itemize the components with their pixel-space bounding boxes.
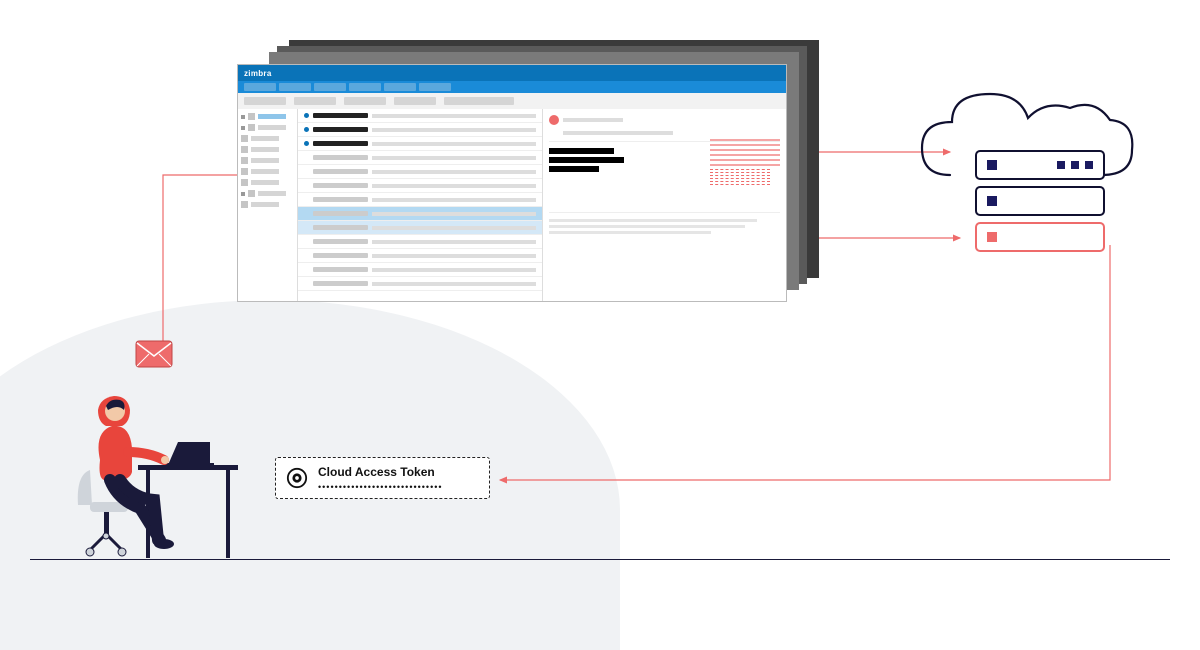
message-row[interactable]	[298, 235, 542, 249]
message-row[interactable]	[298, 221, 542, 235]
sidebar-item[interactable]	[241, 179, 294, 186]
malicious-payload-highlight	[710, 139, 780, 187]
folder-sidebar	[238, 109, 298, 301]
user-at-desk-illustration	[60, 360, 240, 560]
toolbar-button[interactable]	[344, 97, 386, 105]
sidebar-item[interactable]	[241, 146, 294, 153]
message-row-selected[interactable]	[298, 207, 542, 221]
message-row[interactable]	[298, 109, 542, 123]
sidebar-item[interactable]	[241, 157, 294, 164]
ground-line	[30, 559, 1170, 560]
sidebar-item[interactable]	[241, 201, 294, 208]
app-toolbar	[238, 93, 786, 109]
message-row[interactable]	[298, 137, 542, 151]
server-unit	[975, 186, 1105, 216]
message-row[interactable]	[298, 165, 542, 179]
message-list	[298, 109, 543, 301]
app-body	[238, 109, 786, 301]
message-row[interactable]	[298, 193, 542, 207]
tab-item[interactable]	[244, 83, 276, 91]
sidebar-item[interactable]	[241, 135, 294, 142]
server-unit	[975, 150, 1105, 180]
message-row[interactable]	[298, 277, 542, 291]
message-row[interactable]	[298, 249, 542, 263]
tab-item[interactable]	[349, 83, 381, 91]
contact-name-placeholder	[563, 118, 623, 122]
zimbra-app-window: zimbra	[237, 64, 787, 302]
cloud-server-stack	[975, 150, 1105, 258]
tab-item[interactable]	[314, 83, 346, 91]
message-detail-pane	[543, 109, 786, 301]
tab-item[interactable]	[279, 83, 311, 91]
sidebar-item[interactable]	[241, 190, 294, 197]
subject-placeholder	[563, 131, 673, 135]
token-label: Cloud Access Token	[318, 465, 443, 479]
message-row[interactable]	[298, 263, 542, 277]
token-target-icon	[286, 467, 308, 489]
tab-item[interactable]	[419, 83, 451, 91]
sidebar-item[interactable]	[241, 168, 294, 175]
toolbar-button[interactable]	[294, 97, 336, 105]
contact-avatar-icon	[549, 115, 559, 125]
contact-header	[549, 115, 780, 125]
app-logo-text: zimbra	[244, 69, 272, 78]
tab-item[interactable]	[384, 83, 416, 91]
sidebar-item[interactable]	[241, 124, 294, 131]
toolbar-button[interactable]	[244, 97, 286, 105]
message-row[interactable]	[298, 123, 542, 137]
toolbar-button[interactable]	[444, 97, 514, 105]
cloud-access-token-box: Cloud Access Token •••••••••••••••••••••…	[275, 457, 490, 499]
app-tabs-bar	[238, 81, 786, 93]
token-masked-value: ••••••••••••••••••••••••••••••	[318, 482, 443, 492]
message-row[interactable]	[298, 151, 542, 165]
sidebar-item[interactable]	[241, 113, 294, 120]
toolbar-button[interactable]	[394, 97, 436, 105]
app-titlebar: zimbra	[238, 65, 786, 81]
server-unit-compromised	[975, 222, 1105, 252]
message-row[interactable]	[298, 179, 542, 193]
